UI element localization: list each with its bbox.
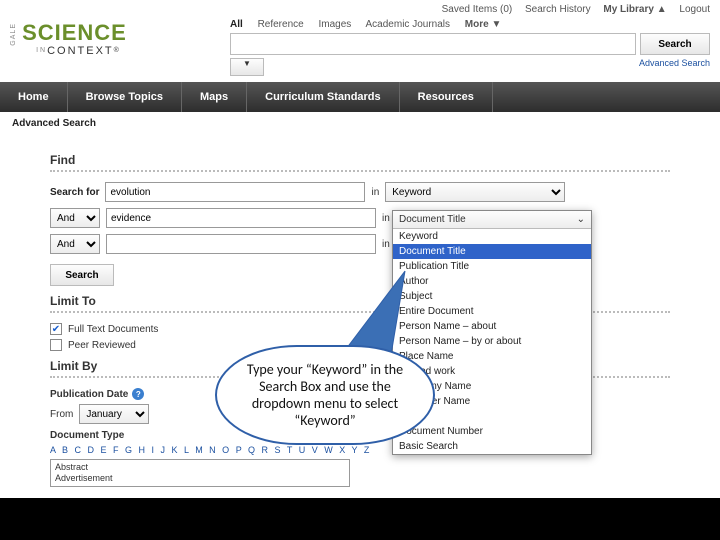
logout-link[interactable]: Logout [679, 4, 710, 15]
tab-reference[interactable]: Reference [258, 19, 304, 30]
in-label-2: in [382, 213, 390, 224]
global-search-button[interactable]: Search [640, 33, 710, 55]
search-area: All Reference Images Academic Journals M… [230, 19, 710, 76]
help-icon[interactable]: ? [132, 388, 144, 400]
search-input-2[interactable] [106, 208, 376, 228]
footer-bar [0, 498, 720, 540]
bool-select-3[interactable]: And [50, 234, 100, 254]
advanced-search-link[interactable]: Advanced Search [639, 58, 710, 76]
bool-select-2[interactable]: And [50, 208, 100, 228]
callout-tail-icon [333, 267, 423, 357]
find-heading: Find [50, 153, 670, 172]
search-more-dropdown[interactable]: ▼ [230, 58, 264, 76]
nav-browse[interactable]: Browse Topics [68, 82, 182, 112]
logo-word2: CONTEXT [47, 45, 114, 57]
from-month-select[interactable]: January [79, 404, 149, 424]
global-search-input[interactable] [230, 33, 636, 55]
search-row-1: Search for in Keyword [50, 182, 670, 202]
tab-journals[interactable]: Academic Journals [366, 19, 450, 30]
fulltext-checkbox[interactable]: ✔ [50, 323, 62, 335]
top-utility-bar: Saved Items (0) Search History My Librar… [0, 0, 720, 15]
nav-home[interactable]: Home [0, 82, 68, 112]
dropdown-header[interactable]: Document Title⌄ [393, 211, 591, 229]
from-label: From [50, 409, 73, 420]
my-library-link[interactable]: My Library ▲ [603, 4, 666, 15]
breadcrumb: Advanced Search [0, 112, 720, 135]
dropdown-option[interactable]: Keyword [393, 229, 591, 244]
logo-reg: ® [114, 47, 121, 54]
peer-label: Peer Reviewed [68, 340, 136, 351]
nav-resources[interactable]: Resources [400, 82, 493, 112]
tab-more[interactable]: More ▼ [465, 19, 502, 30]
search-input-1[interactable] [105, 182, 365, 202]
peer-checkbox[interactable] [50, 339, 62, 351]
in-label-1: in [371, 187, 379, 198]
chevron-up-down-icon: ⌄ [577, 214, 585, 225]
fulltext-label: Full Text Documents [68, 324, 158, 335]
doctype-listbox[interactable]: Abstract Advertisement [50, 459, 350, 487]
find-search-button[interactable]: Search [50, 264, 114, 286]
logo-gale: GALE [10, 23, 17, 46]
search-history-link[interactable]: Search History [525, 4, 591, 15]
saved-items-link[interactable]: Saved Items (0) [442, 4, 513, 15]
list-item[interactable]: Abstract [55, 462, 345, 473]
tab-all[interactable]: All [230, 19, 243, 30]
field-select-1[interactable]: Keyword [385, 182, 565, 202]
nav-curriculum[interactable]: Curriculum Standards [247, 82, 400, 112]
list-item[interactable]: Advertisement [55, 473, 345, 484]
callout-bubble: Type your “Keyword” in the Search Box an… [215, 345, 435, 445]
dropdown-option[interactable]: Document Title [393, 244, 591, 259]
search-input-3[interactable] [106, 234, 376, 254]
main-nav: Home Browse Topics Maps Curriculum Stand… [0, 82, 720, 112]
search-scope-tabs: All Reference Images Academic Journals M… [230, 19, 710, 30]
tutorial-callout: Type your “Keyword” in the Search Box an… [215, 345, 435, 445]
header: GALE SCIENCE INCONTEXT® All Reference Im… [0, 15, 720, 82]
search-for-label: Search for [50, 187, 99, 198]
site-logo: GALE SCIENCE INCONTEXT® [10, 19, 230, 61]
tab-images[interactable]: Images [318, 19, 351, 30]
in-label-3: in [382, 239, 390, 250]
nav-maps[interactable]: Maps [182, 82, 247, 112]
logo-in: IN [36, 47, 47, 54]
